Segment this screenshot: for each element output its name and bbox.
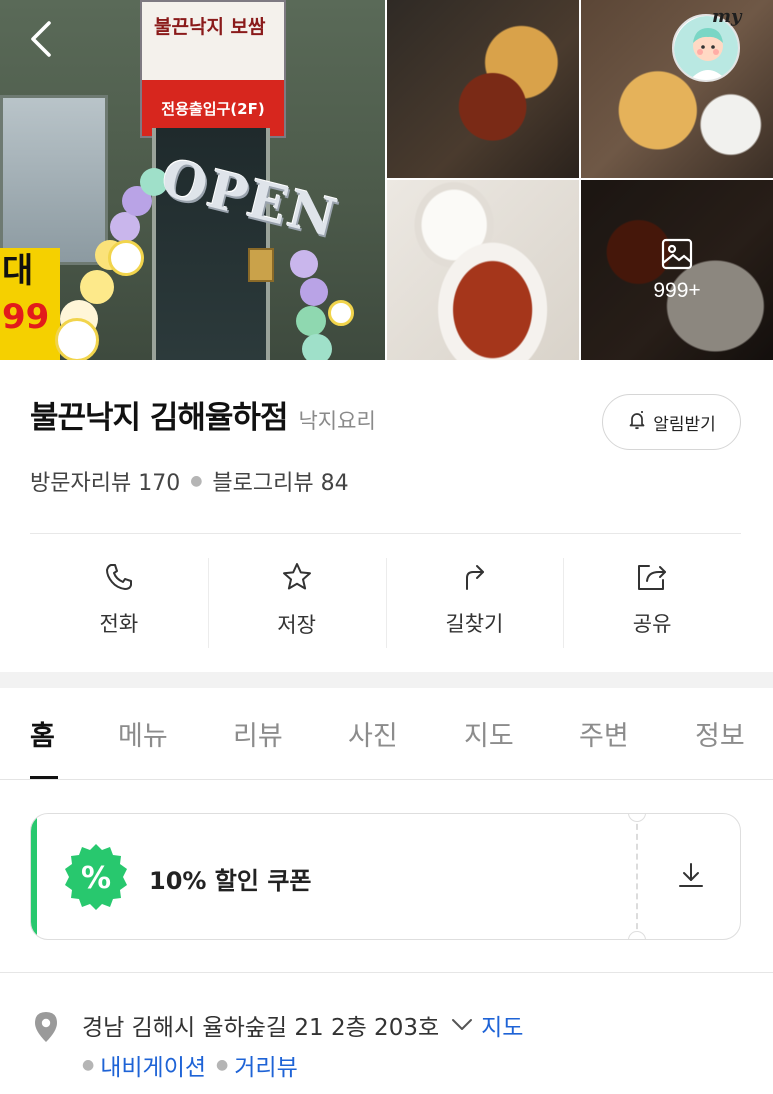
directions-icon [459,562,489,596]
star-icon [281,561,313,597]
address-text[interactable]: 경남 김해시 율하숲길 21 2층 203호 [82,1008,439,1042]
download-icon [677,861,705,893]
coupon-label: 10% 할인 쿠폰 [149,867,312,895]
image-icon [660,237,694,275]
divider [0,972,773,973]
my-label: my [712,6,742,27]
tab-menu[interactable]: 메뉴 [118,714,168,753]
daisy-balloon [108,240,144,276]
place-title-row: 불끈낙지 김해율하점 낙지요리 [30,392,376,437]
my-profile-button[interactable]: my [668,4,748,82]
separator-dot: ● [190,473,203,489]
tab-info[interactable]: 정보 [695,714,745,753]
storefront-window [0,95,108,265]
tab-map[interactable]: 지도 [464,714,514,753]
store-sign-top: 불끈낙지 보쌈 [142,2,284,82]
tab-reviews[interactable]: 리뷰 [233,714,283,753]
daisy-balloon [55,318,99,360]
wall-plaque [248,248,274,282]
location-pin-icon [33,1011,59,1047]
address-links-row: ● 내비게이션 ● 거리뷰 [82,1048,298,1082]
navigation-link[interactable]: 내비게이션 [100,1048,206,1082]
share-button[interactable]: 공유 [563,548,741,652]
call-label: 전화 [99,612,139,636]
map-link[interactable]: 지도 [481,1008,523,1042]
coupon-badge-symbol: % [81,861,111,896]
store-logo-text: 불끈낙지 보쌈 [154,16,266,38]
food-photo-3[interactable] [387,180,579,360]
alarm-subscribe-button[interactable]: 알림받기 [602,394,741,450]
save-button[interactable]: 저장 [207,548,386,652]
chevron-left-icon [28,19,54,63]
discount-badge-icon: % [61,842,131,912]
promo-banner: 대 99 [0,248,60,360]
food-photo-1[interactable] [387,0,579,178]
share-icon [635,562,669,596]
separator-dot: ● [216,1057,229,1073]
phone-icon [104,562,134,596]
banner-text-top: 대 [2,251,34,291]
directions-label: 길찾기 [445,612,504,636]
visitor-review-count[interactable]: 방문자리뷰 170 [30,465,180,497]
save-label: 저장 [277,613,316,637]
blog-review-count[interactable]: 블로그리뷰 84 [212,465,348,497]
place-category: 낙지요리 [298,409,376,433]
photo-gallery: 불끈낙지 보쌈 전용출입구(2F) 대 99 OPEN 999+ my [0,0,773,360]
back-button[interactable] [18,16,64,66]
photo-count-overlay[interactable]: 999+ [581,180,773,360]
balloon [290,250,318,278]
address-row: 경남 김해시 율하숲길 21 2층 203호 지도 [82,1008,523,1042]
active-tab-indicator [30,776,58,779]
store-sign: 불끈낙지 보쌈 전용출입구(2F) [140,0,286,138]
balloon [80,270,114,304]
section-gap [0,672,773,688]
tab-nearby[interactable]: 주변 [579,714,629,753]
balloon [110,212,140,242]
action-buttons: 전화 저장 길찾기 공유 [30,548,741,652]
separator-dot: ● [82,1057,95,1073]
chevron-down-icon[interactable] [451,1012,473,1038]
balloon [300,278,328,306]
balloon [302,334,332,360]
coupon-perforation [636,814,638,939]
daisy-balloon [328,300,354,326]
tab-bar: 홈 메뉴 리뷰 사진 지도 주변 정보 [0,688,773,780]
call-button[interactable]: 전화 [30,548,208,652]
coupon-accent-bar [31,814,37,939]
photo-count-text: 999+ [653,279,701,302]
alarm-button-label: 알림받기 [653,414,716,435]
directions-button[interactable]: 길찾기 [385,548,564,652]
coupon-card[interactable]: % 10% 할인 쿠폰 [30,813,741,940]
share-label: 공유 [632,612,672,636]
tab-photos[interactable]: 사진 [348,714,398,753]
divider [30,533,741,534]
banner-text-bottom: 99 [2,297,50,337]
tab-home[interactable]: 홈 [30,714,55,753]
coupon-download-button[interactable] [639,814,740,939]
review-counts: 방문자리뷰 170 ● 블로그리뷰 84 [30,465,349,497]
balloon [296,306,326,336]
street-view-link[interactable]: 거리뷰 [234,1048,297,1082]
place-name: 불끈낙지 김해율하점 [30,400,288,436]
bell-icon [627,410,647,435]
